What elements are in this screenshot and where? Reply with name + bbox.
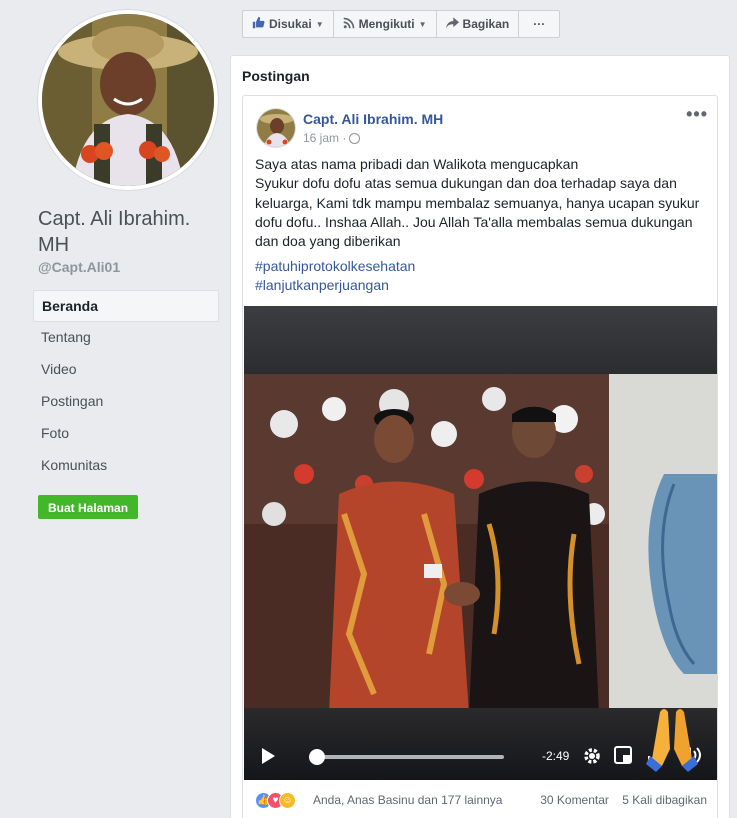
video-blurred-top [244,306,717,376]
post-body: Saya atas nama pribadi dan Walikota meng… [255,155,705,251]
nav-item-video[interactable]: Video [33,354,219,386]
hashtag-link[interactable]: #lanjutkanperjuangan [255,276,415,295]
video-time-remaining: -2:49 [542,749,570,763]
profile-picture[interactable] [38,10,218,190]
hashtag-link[interactable]: #patuhiprotokolkesehatan [255,257,415,276]
post-timestamp[interactable]: 16 jam · [303,131,346,145]
more-options-button[interactable]: ··· [519,11,559,37]
post-reactions-bar: 👍 ♥ ☺ Anda, Anas Basinu dan 177 lainnya 30… [255,792,707,812]
page-name[interactable]: Capt. Ali Ibrahim. MH [38,206,218,258]
post-author-name[interactable]: Capt. Ali Ibrahim. MH [303,111,443,127]
video-progress-bar[interactable] [316,755,504,759]
nav-item-beranda[interactable]: Beranda [33,290,219,322]
share-button[interactable]: Bagikan [437,11,520,37]
profile-photo [42,14,214,186]
post-card: Capt. Ali Ibrahim. MH 16 jam · ••• Saya … [242,95,718,818]
nav-item-tentang[interactable]: Tentang [33,322,219,354]
page-action-bar: Disukai ▼ Mengikuti ▼ Bagikan ··· [242,10,561,38]
share-arrow-icon [445,16,459,32]
nav-item-postingan[interactable]: Postingan [33,386,219,418]
post-meta: 16 jam · [303,131,361,145]
praying-hands-emoji [646,709,698,772]
posts-section-title: Postingan [242,68,310,84]
comments-count[interactable]: 30 Komentar [540,793,609,807]
create-page-button[interactable]: Buat Halaman [38,495,139,519]
shares-count[interactable]: 5 Kali dibagikan [622,793,707,807]
settings-gear-icon[interactable] [582,746,602,771]
post-counts: 30 Komentar 5 Kali dibagikan [540,793,707,807]
liked-label: Disukai [269,17,312,31]
chevron-down-icon: ▼ [315,19,324,29]
nav-item-komunitas[interactable]: Komunitas [33,450,219,482]
share-label: Bagikan [462,17,510,31]
liked-button[interactable]: Disukai ▼ [243,11,334,37]
reaction-names[interactable]: Anda, Anas Basinu dan 177 lainnya [313,793,502,807]
post-hashtags: #patuhiprotokolkesehatan #lanjutkanperju… [255,257,415,296]
picture-in-picture-icon[interactable] [614,746,632,769]
thumbs-up-icon [252,16,265,32]
post-author-avatar[interactable] [256,108,296,148]
nav-item-foto[interactable]: Foto [33,418,219,450]
rss-icon [343,17,355,32]
post-options-button[interactable]: ••• [686,104,708,125]
video-frame [244,374,717,714]
chevron-down-icon: ▼ [418,19,427,29]
page-nav: Beranda Tentang Video Postingan Foto Kom… [33,290,219,482]
following-button[interactable]: Mengikuti ▼ [334,11,437,37]
care-reaction-icon[interactable]: ☺ [279,792,296,809]
post-text-line: Syukur dofu dofu atas semua dukungan dan… [255,175,700,250]
page-handle[interactable]: @Capt.Ali01 [38,259,120,275]
globe-icon [349,132,361,144]
play-icon[interactable] [262,748,275,764]
post-text-line: Saya atas nama pribadi dan Walikota meng… [255,156,579,172]
following-label: Mengikuti [358,17,415,31]
video-progress-handle[interactable] [309,749,325,765]
post-video[interactable]: -2:49 [244,306,717,780]
